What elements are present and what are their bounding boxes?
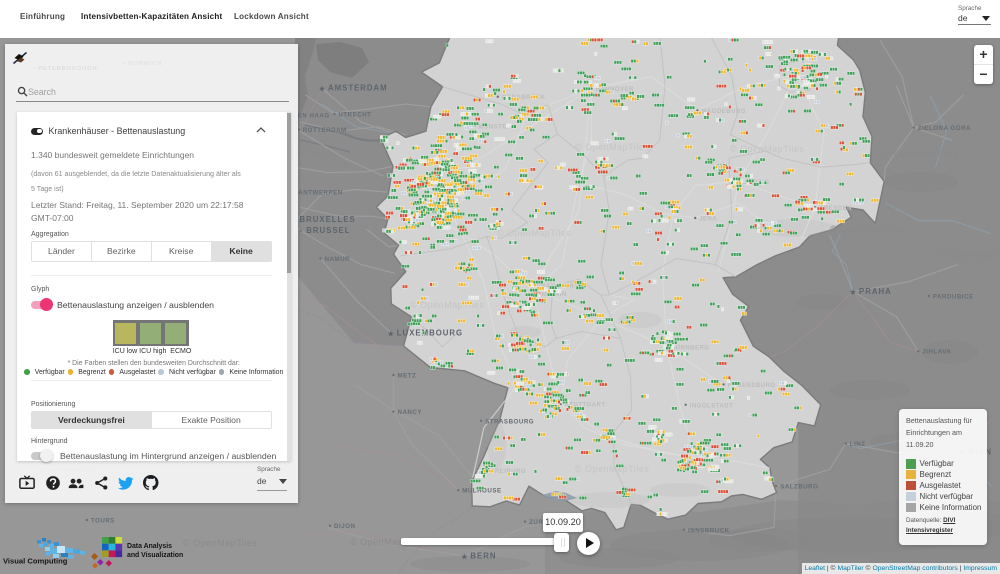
svg-text:NANCY: NANCY (398, 409, 423, 416)
svg-text:DEN HAAG: DEN HAAG (293, 112, 330, 119)
svg-text:© OpenMapTiles: © OpenMapTiles (830, 224, 904, 234)
svg-text:JIHLAVA: JIHLAVA (922, 349, 951, 356)
svg-text:LUXEMBOURG: LUXEMBOURG (397, 329, 463, 338)
svg-text:TOURS: TOURS (91, 518, 115, 525)
svg-text:© OpenMapTiles: © OpenMapTiles (575, 142, 649, 152)
svg-text:© OpenMapTiles: © OpenMapTiles (884, 149, 958, 159)
svg-text:- BRUSSEL: - BRUSSEL (300, 226, 351, 235)
svg-text:BERN: BERN (470, 552, 496, 561)
svg-text:PRAHA: PRAHA (859, 287, 892, 296)
svg-text:INNSBRUCK: INNSBRUCK (688, 527, 730, 534)
svg-text:METZ: METZ (398, 373, 417, 380)
svg-text:Data Analysis: Data Analysis (127, 543, 172, 550)
svg-text:PARDUBICE: PARDUBICE (933, 294, 974, 301)
svg-text:© OpenMapTiles: © OpenMapTiles (940, 250, 1000, 260)
svg-text:ANTWERPEN: ANTWERPEN (298, 190, 342, 197)
svg-text:★: ★ (461, 553, 468, 561)
svg-text:DIJON: DIJON (334, 523, 355, 530)
svg-text:SALZBURG: SALZBURG (780, 484, 818, 491)
svg-text:JENA: JENA (699, 217, 717, 223)
svg-text:© OpenMapTiles: © OpenMapTiles (410, 300, 484, 310)
svg-text:STRASBOURG: STRASBOURG (485, 418, 534, 425)
svg-text:★: ★ (850, 289, 857, 297)
svg-text:INGOLSTADT: INGOLSTADT (690, 403, 734, 409)
svg-text:AMSTERDAM: AMSTERDAM (328, 83, 388, 92)
svg-text:ROTTERDAM: ROTTERDAM (303, 127, 347, 134)
svg-text:UTRECHT: UTRECHT (338, 112, 371, 119)
svg-text:★: ★ (319, 85, 326, 93)
svg-text:LINZ: LINZ (850, 441, 866, 448)
svg-text:© OpenMapTiles: © OpenMapTiles (575, 464, 649, 474)
svg-text:© OpenMapTiles: © OpenMapTiles (497, 228, 571, 238)
svg-text:NÜRNBERG: NÜRNBERG (671, 344, 710, 351)
svg-text:and Visualization: and Visualization (127, 552, 183, 559)
svg-text:NAMUR: NAMUR (325, 256, 351, 263)
svg-text:© OpenMapTiles: © OpenMapTiles (183, 538, 257, 548)
svg-text:Visual Computing: Visual Computing (3, 557, 68, 566)
svg-text:© OpenMapTiles: © OpenMapTiles (680, 550, 754, 560)
svg-text:★: ★ (388, 330, 395, 338)
svg-text:BRUXELLES: BRUXELLES (300, 215, 356, 224)
svg-text:ZIELONA GÓRA: ZIELONA GÓRA (918, 124, 971, 132)
